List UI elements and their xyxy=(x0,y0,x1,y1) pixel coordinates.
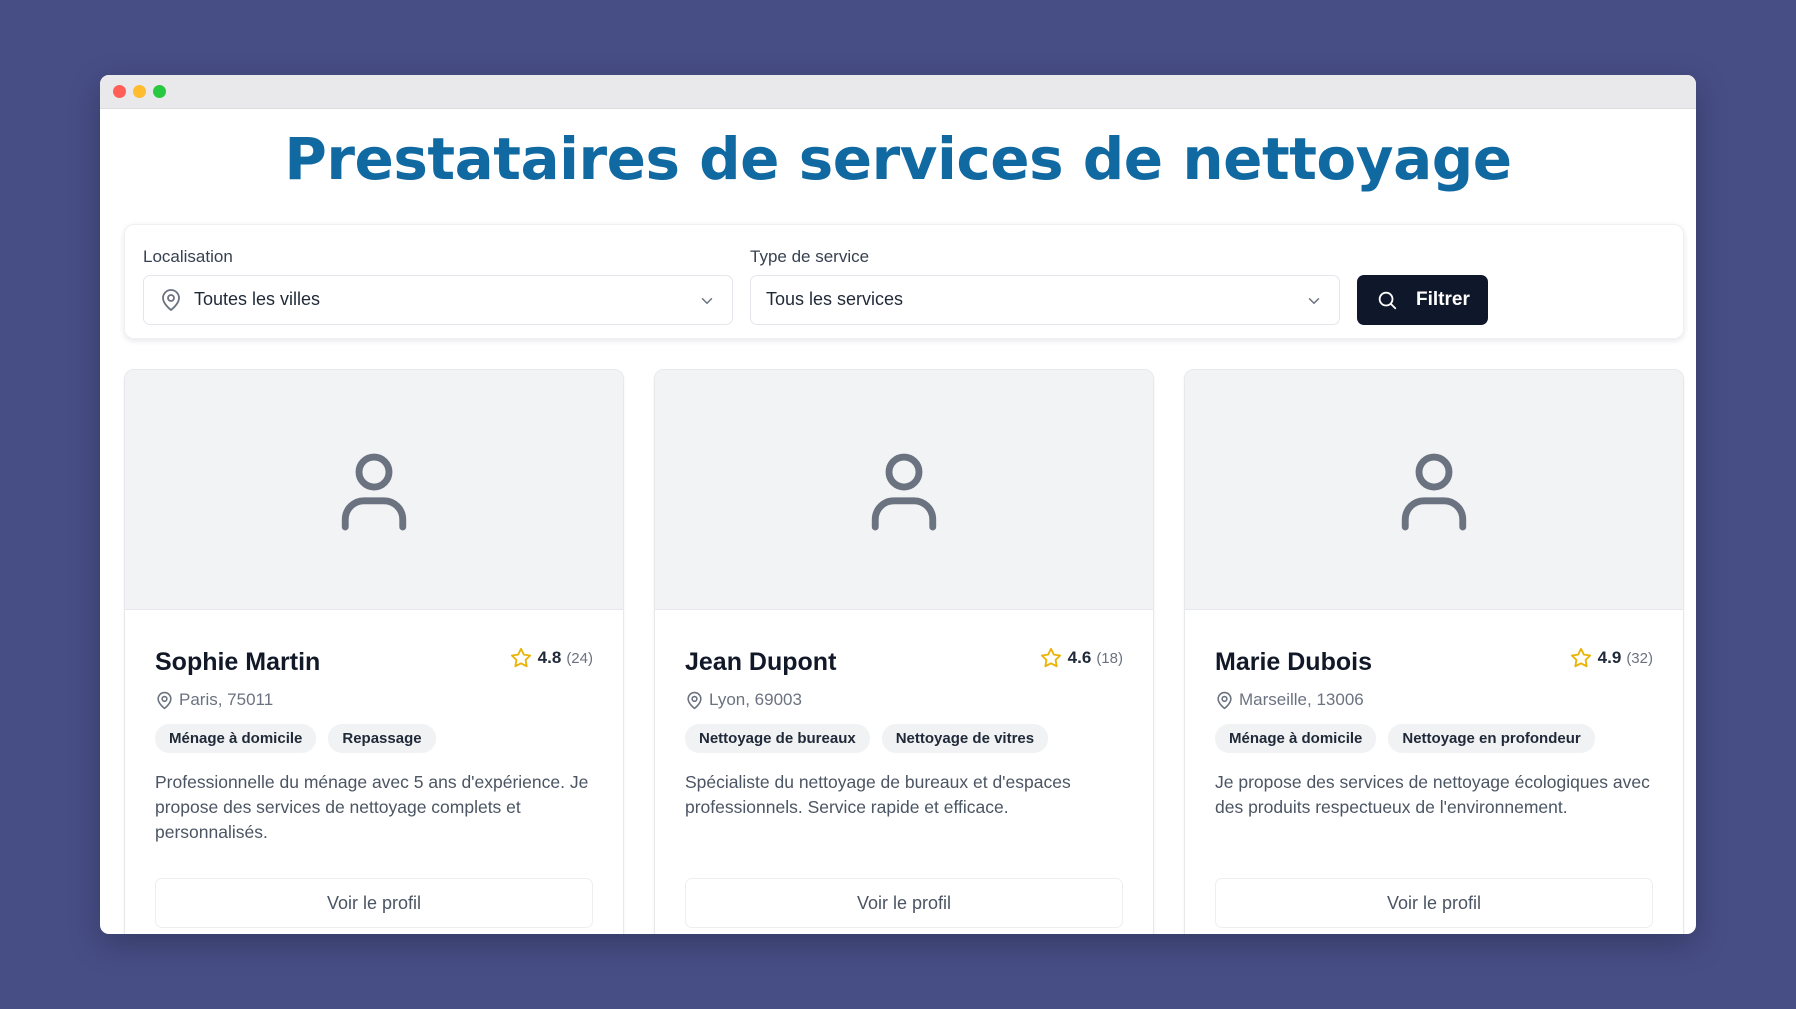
view-profile-button[interactable]: Voir le profil xyxy=(685,878,1123,928)
close-window-button[interactable] xyxy=(113,85,126,98)
provider-card: Sophie Martin 4.8 (24) Paris, 75011 Ména… xyxy=(124,369,624,934)
browser-window: Prestataires de services de nettoyage Lo… xyxy=(100,75,1696,934)
rating-score: 4.9 xyxy=(1597,648,1622,667)
review-count: (18) xyxy=(1096,649,1123,667)
chevron-down-icon xyxy=(701,298,713,304)
user-icon xyxy=(871,453,937,531)
provider-location: Marseille, 13006 xyxy=(1215,688,1364,712)
rating-score: 4.6 xyxy=(1067,648,1092,667)
page-title: Prestataires de services de nettoyage xyxy=(284,125,1512,193)
user-icon xyxy=(1401,453,1467,531)
star-icon xyxy=(1570,647,1591,668)
service-tag[interactable]: Nettoyage en profondeur xyxy=(1388,724,1595,753)
provider-card: Jean Dupont 4.6 (18) Lyon, 69003 Nettoya… xyxy=(654,369,1154,934)
provider-avatar xyxy=(125,370,623,610)
provider-description: Spécialiste du nettoyage de bureaux et d… xyxy=(685,772,1071,817)
provider-description: Je propose des services de nettoyage éco… xyxy=(1215,772,1650,817)
service-tags: Ménage à domicile Nettoyage en profondeu… xyxy=(1215,724,1595,753)
star-icon xyxy=(510,647,531,668)
provider-description: Professionnelle du ménage avec 5 ans d'e… xyxy=(155,772,589,842)
service-tag[interactable]: Repassage xyxy=(328,724,436,753)
provider-name: Jean Dupont xyxy=(685,648,837,676)
map-pin-icon xyxy=(162,289,180,311)
service-type-select[interactable]: Tous les services xyxy=(750,275,1340,325)
map-pin-icon xyxy=(1217,691,1232,709)
filter-panel: Localisation Toutes les villes Type de s… xyxy=(124,224,1684,339)
location-select-value: Toutes les villes xyxy=(194,289,321,309)
window-titlebar xyxy=(100,75,1696,109)
provider-rating: 4.6 (18) xyxy=(1040,646,1123,670)
review-count: (24) xyxy=(566,649,593,667)
provider-name: Marie Dubois xyxy=(1215,648,1372,676)
search-icon xyxy=(1378,291,1397,310)
service-tag[interactable]: Ménage à domicile xyxy=(1215,724,1377,753)
location-text: Paris, 75011 xyxy=(179,690,274,709)
service-tag[interactable]: Nettoyage de bureaux xyxy=(685,724,870,753)
minimize-window-button[interactable] xyxy=(133,85,146,98)
maximize-window-button[interactable] xyxy=(153,85,166,98)
location-text: Lyon, 69003 xyxy=(709,690,802,709)
service-tag[interactable]: Nettoyage de vitres xyxy=(881,724,1049,753)
provider-rating: 4.9 (32) xyxy=(1570,646,1653,670)
review-count: (32) xyxy=(1626,649,1653,667)
filter-button-label: Filtrer xyxy=(1416,289,1470,310)
location-text: Marseille, 13006 xyxy=(1239,690,1364,709)
map-pin-icon xyxy=(687,691,702,709)
provider-location: Paris, 75011 xyxy=(155,688,273,712)
provider-location: Lyon, 69003 xyxy=(685,688,802,712)
rating-score: 4.8 xyxy=(537,648,562,667)
provider-name: Sophie Martin xyxy=(155,648,321,676)
service-tag[interactable]: Ménage à domicile xyxy=(155,724,317,753)
chevron-down-icon xyxy=(1308,298,1320,304)
service-type-label: Type de service xyxy=(750,247,870,266)
page-content: Prestataires de services de nettoyage Lo… xyxy=(100,109,1696,934)
service-type-select-value: Tous les services xyxy=(766,289,904,309)
provider-card: Marie Dubois 4.9 (32) Marseille, 13006 M… xyxy=(1184,369,1684,934)
provider-rating: 4.8 (24) xyxy=(510,646,593,670)
filter-button[interactable]: Filtrer xyxy=(1357,275,1488,325)
location-label: Localisation xyxy=(143,247,233,266)
location-select[interactable]: Toutes les villes xyxy=(143,275,733,325)
star-icon xyxy=(1040,647,1061,668)
service-tags: Ménage à domicile Repassage xyxy=(155,724,436,753)
provider-avatar xyxy=(655,370,1153,610)
provider-avatar xyxy=(1185,370,1683,610)
view-profile-button[interactable]: Voir le profil xyxy=(155,878,593,928)
view-profile-button[interactable]: Voir le profil xyxy=(1215,878,1653,928)
service-tags: Nettoyage de bureaux Nettoyage de vitres xyxy=(685,724,1049,753)
user-icon xyxy=(341,453,407,531)
map-pin-icon xyxy=(157,691,172,709)
